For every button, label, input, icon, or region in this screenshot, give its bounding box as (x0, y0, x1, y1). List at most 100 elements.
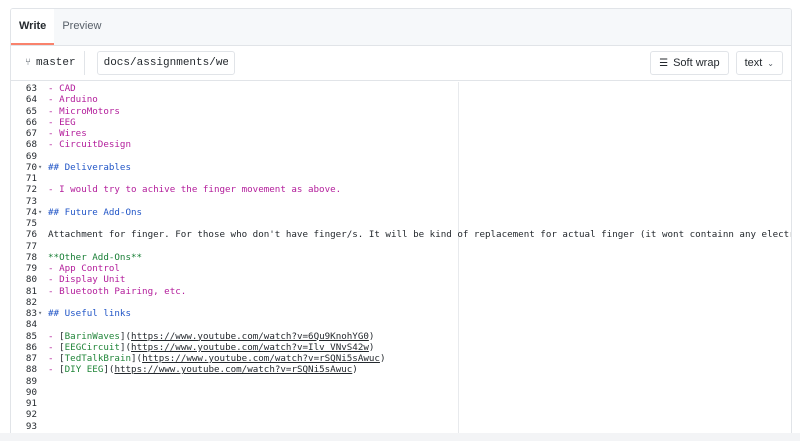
token: **Other Add-Ons** (48, 251, 143, 263)
code-line[interactable]: 64 - Arduino (11, 94, 791, 106)
line-number: 91 (25, 398, 37, 409)
line-text: ## Deliverables (48, 162, 131, 173)
line-number: 90 (25, 386, 37, 398)
fold-toggle-icon[interactable]: ▾ (38, 308, 42, 319)
line-number: 73 (25, 195, 37, 207)
token: ]( (131, 353, 143, 364)
code-line[interactable]: 68 - CircuitDesign (11, 139, 791, 151)
token: EEGCircuit (64, 341, 120, 353)
line-number: 76 (25, 229, 37, 241)
line-text: - Wires (48, 128, 87, 139)
code-line[interactable]: 66 - EEG (11, 116, 791, 128)
token: ) (352, 364, 358, 376)
token: https://www.youtube.com/watch?v=Ilv_VNvS… (131, 341, 369, 353)
fold-toggle-icon[interactable]: ▾ (38, 207, 42, 218)
line-text: - Arduino (48, 94, 98, 105)
token: ## Future Add-Ons (48, 206, 143, 218)
line-number: 81 (25, 285, 37, 297)
code-line[interactable]: 87 - [TedTalkBrain](https://www.youtube.c… (11, 353, 791, 364)
editor-tabs: Write Preview (11, 9, 791, 46)
token: - CAD (48, 83, 76, 94)
code-line[interactable]: 83 ▾ ## Useful links (11, 308, 791, 319)
line-number: 92 (25, 409, 37, 421)
code-line[interactable]: 74 ▾ ## Future Add-Ons (11, 206, 791, 218)
soft-wrap-icon: ☰ (659, 57, 669, 69)
token: DIY EEG (64, 364, 104, 376)
line-number: 65 (25, 105, 37, 117)
line-number: 77 (25, 240, 37, 252)
soft-wrap-button[interactable]: ☰ Soft wrap (650, 51, 729, 75)
line-number: 89 (25, 375, 37, 387)
soft-wrap-label: Soft wrap (673, 57, 720, 69)
bottom-bar (0, 433, 800, 441)
token: ) (368, 330, 375, 342)
code-line[interactable]: 69 (11, 151, 791, 162)
line-number: 70 (25, 161, 37, 173)
code-line[interactable]: 84 (11, 319, 791, 331)
token: - Bluetooth Pairing, etc. (48, 285, 187, 297)
token: - (48, 353, 60, 364)
token: - EEG (48, 116, 76, 128)
code-editor[interactable]: 63 - CAD 64 - Arduino 65 - MicroMotors 66 - EEG… (11, 82, 791, 441)
code-line[interactable]: 70 ▾ ## Deliverables (11, 161, 791, 173)
code-line[interactable]: 72 - I would try to achive the finger mov… (11, 184, 791, 196)
code-line[interactable]: 67 - Wires (11, 128, 791, 139)
line-text: - Bluetooth Pairing, etc. (48, 286, 186, 297)
token: - MicroMotors (48, 105, 120, 117)
line-number: 64 (25, 94, 37, 106)
line-number: 79 (25, 263, 37, 274)
code-line[interactable]: 90 (11, 386, 791, 398)
code-line[interactable]: 86 - [EEGCircuit](https://www.youtube.com… (11, 342, 791, 353)
code-line[interactable]: 65 - MicroMotors (11, 105, 791, 117)
tab-preview[interactable]: Preview (54, 9, 109, 45)
token: ) (379, 353, 386, 364)
token: - I would try to achive the finger movem… (48, 184, 342, 196)
token: BarinWaves (64, 330, 120, 342)
code-line[interactable]: 75 (11, 218, 791, 229)
file-editor: Write Preview ⑂ master ☰ Soft wrap text … (10, 8, 792, 441)
code-line[interactable]: 79 - App Control (11, 263, 791, 274)
line-number: 93 (25, 420, 37, 432)
line-number: 83 (25, 308, 37, 319)
code-line[interactable]: 73 (11, 195, 791, 207)
token: - Display Unit (48, 274, 126, 286)
tab-write[interactable]: Write (11, 9, 55, 45)
code-line[interactable]: 78 **Other Add-Ons** (11, 251, 791, 263)
chevron-down-icon: ⌄ (767, 58, 774, 68)
line-text: - [TedTalkBrain](https://www.youtube.com… (48, 353, 386, 364)
code-line[interactable]: 89 (11, 375, 791, 387)
code-line[interactable]: 80 - Display Unit (11, 274, 791, 286)
file-path-input[interactable] (96, 51, 235, 75)
token: - CircuitDesign (48, 139, 131, 151)
branch-selector[interactable]: ⑂ master (19, 51, 85, 75)
line-text: ## Future Add-Ons (48, 207, 142, 218)
code-line[interactable]: 88 - [DIY EEG](https://www.youtube.com/wa… (11, 364, 791, 375)
code-line[interactable]: 81 - Bluetooth Pairing, etc. (11, 285, 791, 297)
line-text: - [DIY EEG](https://www.youtube.com/watc… (48, 364, 358, 375)
line-number: 67 (25, 128, 37, 139)
code-line[interactable]: 71 (11, 173, 791, 184)
fold-toggle-icon[interactable]: ▾ (38, 162, 42, 173)
line-number: 75 (25, 218, 37, 229)
code-line[interactable]: 77 (11, 240, 791, 252)
line-number: 63 (25, 83, 37, 94)
code-line[interactable]: 92 (11, 409, 791, 421)
token: https://www.youtube.com/watch?v=6Qu9Knoh… (131, 330, 369, 342)
mode-select[interactable]: text ⌄ (735, 51, 783, 75)
code-line[interactable]: 85 - [BarinWaves](https://www.youtube.com… (11, 331, 791, 342)
line-text: - MicroMotors (48, 106, 120, 117)
line-text: - [BarinWaves](https://www.youtube.com/w… (48, 331, 374, 342)
line-number: 74 (25, 206, 37, 218)
token: https://www.youtube.com/watch?v=rSQNi5sA… (114, 364, 353, 376)
line-text: - [EEGCircuit](https://www.youtube.com/w… (48, 342, 374, 353)
code-line[interactable]: 93 (11, 420, 791, 432)
code-line[interactable]: 82 (11, 297, 791, 308)
token: ## Deliverables (48, 161, 131, 173)
code-line[interactable]: 63 - CAD (11, 83, 791, 94)
token: ]( (103, 364, 115, 376)
code-line[interactable]: 91 (11, 398, 791, 409)
line-number: 84 (25, 319, 37, 331)
code-line[interactable]: 76 Attachment for finger. For those who d… (11, 229, 791, 241)
token: - Wires (48, 128, 87, 139)
line-number: 80 (25, 274, 37, 286)
